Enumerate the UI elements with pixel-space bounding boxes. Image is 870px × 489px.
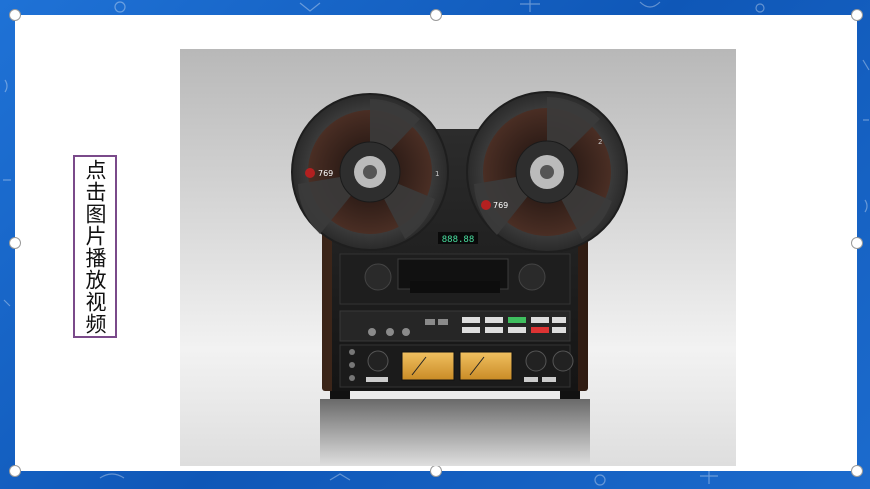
left-reel-brand: 769 [318,169,333,178]
left-reel-number: 1 [435,170,439,178]
resize-handle-bottom-left[interactable] [9,465,21,477]
play-video-caption: 点击图片播放视频 [73,155,117,338]
resize-handle-top-left[interactable] [9,9,21,21]
right-reel-number: 2 [598,138,602,146]
resize-handle-top-right[interactable] [851,9,863,21]
tape-deck-illustration: 888.88 769 1 769 2 [291,91,628,466]
right-reel: 769 2 [466,91,628,253]
resize-handle-middle-left[interactable] [9,237,21,249]
resize-handle-top-center[interactable] [430,9,442,21]
resize-handle-middle-right[interactable] [851,237,863,249]
resize-handle-bottom-center[interactable] [430,465,442,477]
right-reel-brand: 769 [493,201,508,210]
left-reel: 769 1 [291,93,449,251]
counter-readout: 888.88 [442,235,475,245]
caption-text: 点击图片播放视频 [83,158,107,335]
reel-to-reel-player-image[interactable]: 888.88 769 1 769 2 [180,49,736,466]
resize-handle-bottom-right[interactable] [851,465,863,477]
